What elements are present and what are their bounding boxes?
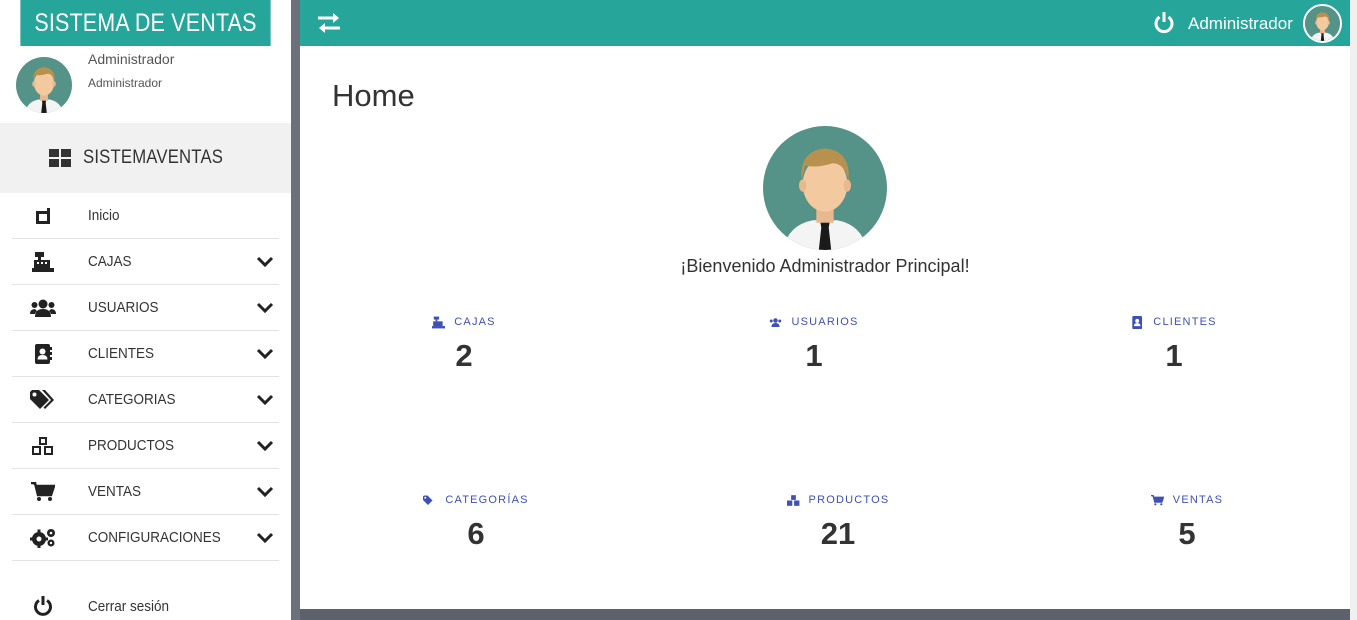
sidebar-item-label: CLIENTES bbox=[88, 345, 155, 362]
avatar[interactable] bbox=[1303, 4, 1342, 43]
topbar-user-name[interactable]: Administrador bbox=[1188, 14, 1293, 34]
stat-label: CAJAS bbox=[454, 316, 496, 328]
stat-clientes: CLIENTES 1 bbox=[1074, 315, 1274, 374]
cash-register-icon bbox=[432, 316, 446, 328]
tags-icon bbox=[423, 495, 433, 505]
sidebar-item-inicio[interactable]: Inicio bbox=[12, 193, 279, 239]
sidebar-item-label: USUARIOS bbox=[88, 299, 159, 316]
stat-usuarios: USUARIOS 1 bbox=[714, 315, 914, 374]
power-icon bbox=[30, 593, 56, 619]
stat-label: CLIENTES bbox=[1153, 316, 1217, 328]
stat-label: PRODUCTOS bbox=[808, 494, 890, 506]
chevron-down-icon bbox=[256, 302, 274, 313]
sidebar-item-cajas[interactable]: CAJAS bbox=[12, 239, 279, 285]
sidebar-item-productos[interactable]: PRODUCTOS bbox=[12, 423, 279, 469]
stat-label: CATEGORÍAS bbox=[445, 494, 529, 506]
logout-button[interactable]: Cerrar sesión bbox=[12, 585, 282, 620]
cubes-icon bbox=[786, 494, 799, 506]
system-label: SISTEMAVENTAS bbox=[82, 147, 223, 168]
cash-register-icon bbox=[30, 249, 56, 275]
sidebar: SISTEMA DE VENTAS Administrador Administ… bbox=[0, 0, 291, 620]
sidebar-item-clientes[interactable]: CLIENTES bbox=[12, 331, 279, 377]
page-title: Home bbox=[332, 78, 415, 113]
stat-value: 1 bbox=[1165, 338, 1183, 373]
sidebar-nav: Inicio CAJAS USUARIOS CLIENTES CATEGORIA… bbox=[0, 193, 291, 561]
stat-label: USUARIOS bbox=[791, 316, 859, 328]
sidebar-item-label: CAJAS bbox=[88, 253, 132, 270]
user-panel: Administrador Administrador bbox=[0, 46, 291, 123]
chevron-down-icon bbox=[256, 394, 274, 405]
system-header: SISTEMAVENTAS bbox=[0, 123, 291, 193]
stat-value: 21 bbox=[820, 516, 856, 551]
grid-icon bbox=[48, 149, 71, 167]
avatar bbox=[763, 126, 887, 250]
stat-categorias: CATEGORÍAS 6 bbox=[376, 493, 576, 552]
avatar bbox=[16, 57, 72, 113]
shopping-cart-icon bbox=[30, 479, 56, 505]
shopping-cart-icon bbox=[1150, 494, 1164, 505]
welcome-message: ¡Bienvenido Administrador Principal! bbox=[680, 256, 970, 276]
chevron-down-icon bbox=[256, 440, 274, 451]
sidebar-divider bbox=[291, 0, 300, 620]
address-book-icon bbox=[30, 341, 56, 367]
address-book-icon bbox=[1132, 315, 1143, 329]
sidebar-item-label: VENTAS bbox=[88, 483, 142, 500]
footer-bar bbox=[300, 609, 1350, 620]
user-name: Administrador bbox=[88, 51, 175, 67]
power-icon[interactable] bbox=[1153, 12, 1175, 34]
stat-label: VENTAS bbox=[1172, 494, 1224, 506]
stat-ventas: VENTAS 5 bbox=[1087, 493, 1287, 552]
tags-icon bbox=[30, 387, 56, 413]
sidebar-item-configuraciones[interactable]: CONFIGURACIONES bbox=[12, 515, 279, 561]
stat-productos: PRODUCTOS 21 bbox=[738, 493, 938, 552]
scrollbar[interactable] bbox=[1350, 0, 1357, 620]
sidebar-toggle-icon[interactable] bbox=[316, 11, 342, 35]
sidebar-item-usuarios[interactable]: USUARIOS bbox=[12, 285, 279, 331]
chevron-down-icon bbox=[256, 256, 274, 267]
sidebar-item-ventas[interactable]: VENTAS bbox=[12, 469, 279, 515]
user-role: Administrador bbox=[88, 76, 163, 90]
sidebar-item-label: CATEGORIAS bbox=[88, 391, 176, 408]
stat-value: 1 bbox=[805, 338, 823, 373]
stat-value: 6 bbox=[467, 516, 485, 551]
chevron-down-icon bbox=[256, 348, 274, 359]
users-icon bbox=[30, 295, 56, 321]
sidebar-item-label: CONFIGURACIONES bbox=[88, 529, 221, 546]
cubes-icon bbox=[30, 433, 56, 459]
users-icon bbox=[770, 317, 782, 327]
sidebar-item-categorias[interactable]: CATEGORIAS bbox=[12, 377, 279, 423]
stat-value: 2 bbox=[455, 338, 473, 373]
main-content: Home ¡Bienvenido Administrador Principal… bbox=[300, 46, 1350, 609]
chevron-down-icon bbox=[256, 532, 274, 543]
cogs-icon bbox=[30, 525, 56, 551]
topbar: Administrador bbox=[300, 0, 1350, 46]
home-icon bbox=[30, 203, 56, 229]
stat-cajas: CAJAS 2 bbox=[364, 315, 564, 374]
stat-value: 5 bbox=[1178, 516, 1196, 551]
sidebar-item-label: Inicio bbox=[88, 207, 120, 224]
brand-title[interactable]: SISTEMA DE VENTAS bbox=[20, 0, 271, 46]
sidebar-item-label: PRODUCTOS bbox=[88, 437, 175, 454]
chevron-down-icon bbox=[256, 486, 274, 497]
logout-label: Cerrar sesión bbox=[88, 598, 170, 615]
